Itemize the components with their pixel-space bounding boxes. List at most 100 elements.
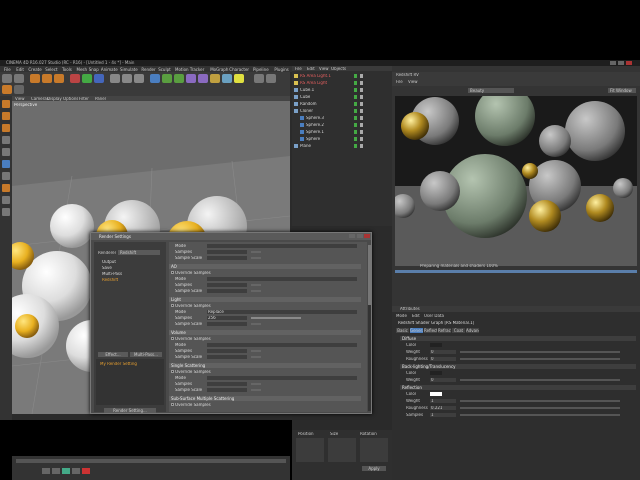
object-tag-icon[interactable] bbox=[360, 74, 363, 78]
snap-icon[interactable] bbox=[2, 172, 10, 180]
prev-frame-button[interactable] bbox=[52, 468, 60, 474]
override-checkbox[interactable] bbox=[171, 271, 174, 274]
object-row[interactable]: Cube.1 bbox=[294, 88, 390, 93]
undo-icon[interactable] bbox=[2, 74, 12, 83]
object-name[interactable]: RS Area Light bbox=[300, 81, 327, 85]
override-checkbox[interactable] bbox=[171, 304, 174, 307]
settings-slider[interactable] bbox=[251, 356, 261, 358]
spline-icon[interactable] bbox=[162, 74, 172, 83]
attr-menu-mode[interactable]: Mode bbox=[396, 314, 407, 318]
renderer-dropdown[interactable]: Redshift bbox=[118, 250, 160, 255]
settings-field-input[interactable] bbox=[207, 349, 247, 353]
object-name[interactable]: RS Area Light.1 bbox=[300, 74, 331, 78]
close-button[interactable] bbox=[626, 61, 632, 65]
param-field[interactable]: 0 bbox=[430, 357, 456, 361]
object-visible-icon[interactable] bbox=[354, 95, 357, 99]
camera-icon[interactable] bbox=[222, 74, 232, 83]
live-select-icon[interactable] bbox=[2, 85, 12, 94]
settings-slider[interactable] bbox=[251, 257, 261, 259]
object-tag-icon[interactable] bbox=[360, 116, 363, 120]
size-fields[interactable] bbox=[328, 438, 356, 462]
edges-mode-icon[interactable] bbox=[2, 112, 10, 120]
grid-icon[interactable] bbox=[2, 208, 10, 216]
param-slider[interactable] bbox=[460, 414, 620, 416]
object-tag-icon[interactable] bbox=[360, 109, 363, 113]
settings-field-input[interactable] bbox=[207, 376, 357, 380]
object-tag-icon[interactable] bbox=[360, 102, 363, 106]
object-visible-icon[interactable] bbox=[354, 109, 357, 113]
override-checkbox[interactable] bbox=[171, 370, 174, 373]
settings-field-input[interactable] bbox=[207, 277, 357, 281]
settings-field-input[interactable]: 256 bbox=[207, 316, 247, 320]
x-axis-icon[interactable] bbox=[70, 74, 80, 83]
settings-section-header[interactable]: Single Scattering bbox=[169, 363, 361, 368]
material-tab-advanced[interactable]: Advanced bbox=[466, 328, 479, 333]
material-tab-coat[interactable]: Coat bbox=[452, 328, 465, 333]
object-menu-view[interactable]: View bbox=[319, 67, 329, 71]
cube-icon[interactable] bbox=[150, 74, 160, 83]
settings-section-header[interactable]: Light bbox=[169, 297, 361, 302]
param-field[interactable]: 1 bbox=[430, 413, 456, 417]
settings-field-input[interactable] bbox=[207, 322, 247, 326]
object-name[interactable]: Cloner bbox=[300, 109, 313, 113]
material-tab-general[interactable]: General bbox=[410, 328, 423, 333]
go-start-button[interactable] bbox=[42, 468, 50, 474]
settings-slider[interactable] bbox=[251, 389, 261, 391]
object-tag-icon[interactable] bbox=[360, 137, 363, 141]
attr-menu-userdata[interactable]: User Data bbox=[424, 314, 444, 318]
render-view-menu-file[interactable]: File bbox=[396, 80, 403, 84]
dialog-scrollbar[interactable] bbox=[368, 245, 371, 411]
settings-field-input[interactable] bbox=[207, 244, 357, 248]
settings-field-input[interactable] bbox=[207, 355, 247, 359]
settings-field-input[interactable] bbox=[207, 250, 247, 254]
settings-field-input[interactable] bbox=[207, 289, 247, 293]
object-tag-icon[interactable] bbox=[360, 144, 363, 148]
object-menu-edit[interactable]: Edit bbox=[307, 67, 315, 71]
object-name[interactable]: Sphere.3 bbox=[306, 116, 324, 120]
attr-menu-edit[interactable]: Edit bbox=[412, 314, 420, 318]
object-tag-icon[interactable] bbox=[360, 88, 363, 92]
z-axis-icon[interactable] bbox=[94, 74, 104, 83]
object-visible-icon[interactable] bbox=[354, 130, 357, 134]
settings-slider[interactable] bbox=[251, 251, 261, 253]
fit-window-dropdown[interactable]: Fit Window bbox=[608, 88, 636, 93]
position-fields[interactable] bbox=[296, 438, 324, 462]
param-slider[interactable] bbox=[460, 400, 620, 402]
play-button[interactable] bbox=[62, 468, 70, 474]
apply-button[interactable]: Apply bbox=[362, 466, 386, 471]
y-axis-icon[interactable] bbox=[82, 74, 92, 83]
model-mode-icon[interactable] bbox=[14, 85, 24, 94]
material-tab-refract[interactable]: Refract bbox=[438, 328, 451, 333]
rotate-tool-icon[interactable] bbox=[54, 74, 64, 83]
object-row[interactable]: RS Area Light.1 bbox=[294, 74, 390, 79]
param-field[interactable]: 0 bbox=[430, 378, 456, 382]
settings-slider[interactable] bbox=[251, 350, 261, 352]
points-mode-icon[interactable] bbox=[2, 100, 10, 108]
dialog-maximize-button[interactable] bbox=[357, 234, 363, 238]
render-setting-item[interactable]: My Render Setting bbox=[100, 362, 137, 366]
param-field[interactable] bbox=[430, 392, 442, 396]
object-row[interactable]: RS Area Light bbox=[294, 81, 390, 86]
material-tab-reflect[interactable]: Reflect bbox=[424, 328, 437, 333]
camera-dropdown[interactable]: Beauty bbox=[468, 88, 514, 93]
material-section-header[interactable]: Diffuse bbox=[400, 336, 636, 341]
object-tag-icon[interactable] bbox=[360, 123, 363, 127]
object-name[interactable]: Sphere.1 bbox=[306, 130, 324, 134]
texture-mode-icon[interactable] bbox=[2, 148, 10, 156]
redo-icon[interactable] bbox=[14, 74, 24, 83]
settings-slider[interactable] bbox=[251, 284, 261, 286]
multipass-button[interactable]: Multi-Pass... bbox=[130, 352, 162, 357]
scale-tool-icon[interactable] bbox=[42, 74, 52, 83]
object-row[interactable]: Sphere.2 bbox=[294, 123, 390, 128]
settings-item-output[interactable]: Output bbox=[102, 260, 116, 264]
object-visible-icon[interactable] bbox=[354, 102, 357, 106]
settings-item-multi-pass[interactable]: Multi-Pass bbox=[102, 272, 122, 276]
param-field[interactable] bbox=[430, 343, 442, 347]
object-name[interactable]: Cube.1 bbox=[300, 88, 314, 92]
maximize-button[interactable] bbox=[618, 61, 624, 65]
object-row[interactable]: Plane bbox=[294, 144, 390, 149]
settings-field-input[interactable] bbox=[207, 382, 247, 386]
dialog-close-button[interactable] bbox=[364, 234, 370, 238]
render-setting-button[interactable]: Render Setting... bbox=[104, 408, 156, 413]
extra-tool-2-icon[interactable] bbox=[266, 74, 276, 83]
